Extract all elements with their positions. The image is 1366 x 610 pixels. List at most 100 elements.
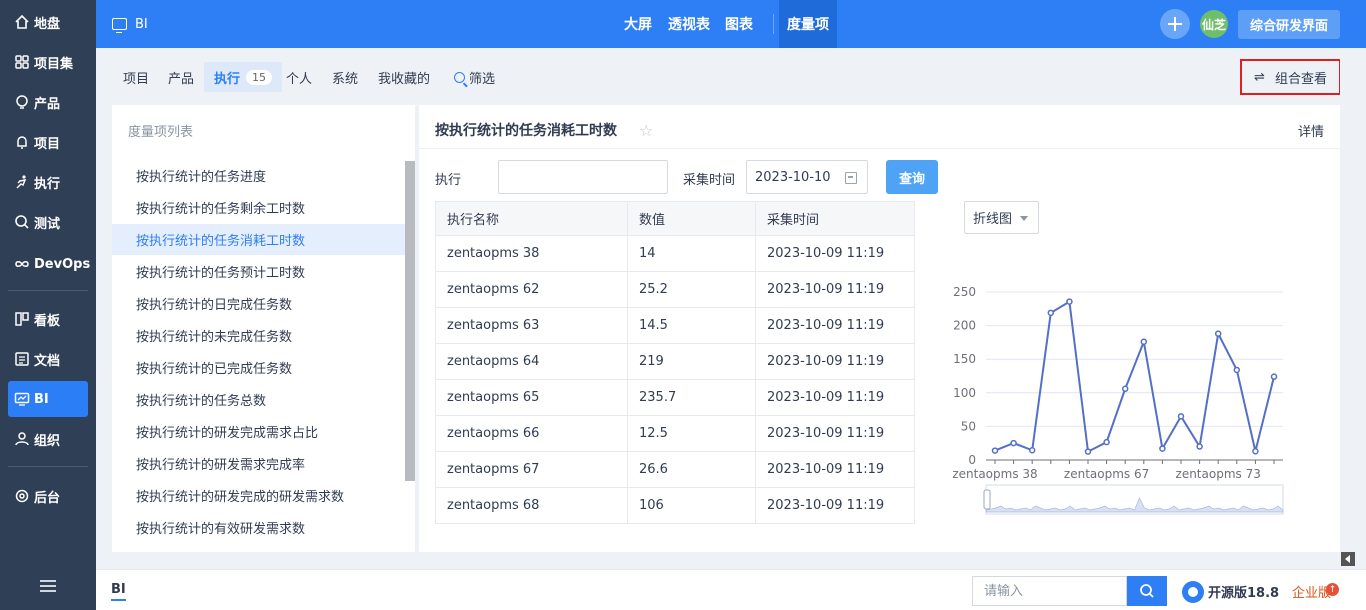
data-point [1010,439,1017,447]
monitor-icon [14,391,30,407]
breadcrumb[interactable]: BI [111,582,126,601]
enterprise-link[interactable]: 企业版 [1292,582,1331,601]
nav-item-test[interactable]: 测试 [8,204,88,240]
data-point [1270,373,1278,380]
tab-product[interactable]: 产品 [168,62,194,92]
metric-item[interactable]: 按执行统计的研发完成需求占比 [112,416,405,447]
tab-project[interactable]: 项目 [123,62,149,92]
tnav-chart[interactable]: 图表 [725,0,753,48]
infinity-icon [14,256,30,272]
data-point [991,447,999,454]
search-input[interactable] [972,576,1127,606]
metric-item[interactable]: 按执行统计的任务剩余工时数 [112,192,405,223]
create-button[interactable] [1160,9,1190,39]
x-tick-label: zentaopms 73 [1176,467,1261,481]
avatar[interactable]: 仙芝 [1200,10,1228,38]
scroll-left-icon[interactable] [1341,552,1355,566]
rd-interface-button[interactable]: 综合研发界面 [1238,10,1340,39]
tnav-label: 大屏 [624,17,652,33]
bulb-icon [14,94,30,110]
y-tick-label: 100 [953,386,976,400]
chevron-down-icon [1020,216,1028,221]
combo-label: 组合查看 [1274,71,1327,87]
filter-button[interactable]: 筛选 [454,62,495,92]
metric-item[interactable]: 按执行统计的任务总数 [112,384,405,415]
data-point [1214,330,1222,337]
nav-item-product[interactable]: 产品 [8,84,88,120]
nav-item-program[interactable]: 项目集 [8,44,88,80]
tab-system[interactable]: 系统 [332,62,358,92]
home-icon [14,14,30,30]
tnav-pivot[interactable]: 透视表 [668,0,710,48]
menu-toggle-icon[interactable] [40,580,56,592]
nav-label: 看板 [34,313,61,329]
nav-label: 执行 [34,176,61,192]
search-icon [14,214,30,230]
metric-list-heading: 度量项列表 [128,125,194,140]
detail-link[interactable]: 详情 [1298,121,1324,140]
table-header-row: 执行名称 数值 采集时间 [435,201,915,236]
app-root: 地盘 项目集 产品 项目 执行 测试 DevOps 看板 文档 BI 组织 后台… [0,0,1366,610]
zoom-handle-left [983,489,991,510]
table-cell: 2023-10-09 11:19 [755,271,915,308]
metric-item[interactable]: 按执行统计的未完成任务数 [112,320,405,351]
nav-item-org[interactable]: 组织 [8,421,88,457]
table-cell: zentaopms 38 [435,235,628,272]
table-cell: 26.6 [627,451,756,488]
page-scrollbar[interactable] [1340,48,1356,569]
date-picker[interactable]: 2023-10-10 [746,160,868,194]
nav-item-home[interactable]: 地盘 [8,4,88,40]
data-point [1233,366,1241,374]
nav-item-bi[interactable]: BI [8,381,88,417]
y-tick-label: 50 [961,419,976,433]
metric-item[interactable]: 按执行统计的已完成任务数 [112,352,405,383]
nav-item-doc[interactable]: 文档 [8,341,88,377]
star-icon[interactable]: ☆ [639,121,653,140]
metric-item[interactable]: 按执行统计的日完成任务数 [112,288,405,319]
tab-label: 执行 [214,71,241,87]
tab-favorites[interactable]: 我收藏的 [378,62,430,92]
execution-filter-input[interactable] [498,160,668,194]
tab-personal[interactable]: 个人 [286,62,312,92]
chart-type-value: 折线图 [973,212,1013,227]
nav-item-admin[interactable]: 后台 [8,478,88,514]
nav-item-kanban[interactable]: 看板 [8,301,88,337]
filter-label: 筛选 [469,71,496,87]
combo-view-button[interactable]: ⇌ 组合查看 [1240,59,1341,95]
footer-bar: BI 开源版18.8 企业版 ↑ [96,569,1366,610]
table-cell: 106 [627,487,756,524]
chart-type-select[interactable]: 折线图 [964,201,1039,234]
nav-label: 组织 [34,433,61,449]
tnav-label: 度量项 [787,17,829,33]
nav-item-devops[interactable]: DevOps [8,246,90,282]
x-tick-label: zentaopms 67 [1064,467,1149,481]
metric-item-active[interactable]: 按执行统计的任务消耗工时数 [112,224,405,255]
data-point [1252,448,1259,455]
y-tick-label: 250 [953,285,976,299]
metric-item[interactable]: 按执行统计的任务进度 [112,160,405,191]
calendar-icon [845,172,857,184]
tab-execution[interactable]: 执行 15 [204,62,283,92]
search-button[interactable] [1127,576,1167,606]
data-point [1084,448,1092,455]
table-cell: 12.5 [627,415,756,452]
data-point [1196,443,1203,450]
table-cell: 2023-10-09 11:19 [755,379,915,416]
nav-item-project[interactable]: 项目 [8,124,88,160]
tnav-metric[interactable]: 度量项 [779,0,837,48]
metric-item[interactable]: 按执行统计的任务预计工时数 [112,256,405,287]
nav-label: 产品 [34,96,61,112]
nav-label: 项目 [34,136,61,152]
nav-item-execution[interactable]: 执行 [8,164,88,200]
metric-item[interactable]: 按执行统计的有效研发需求数 [112,512,405,543]
query-button[interactable]: 查询 [886,160,938,194]
y-tick-label: 0 [968,453,976,467]
series-line [994,299,1275,454]
metric-item[interactable]: 按执行统计的研发需求完成率 [112,448,405,479]
tnav-screen[interactable]: 大屏 [624,0,652,48]
metric-item[interactable]: 按执行统计的研发完成的研发需求数 [112,480,405,511]
table-cell: 2023-10-09 11:19 [755,235,915,272]
gear-icon [14,488,30,504]
nav-label: 项目集 [34,56,74,72]
list-scrollbar[interactable] [405,161,415,481]
